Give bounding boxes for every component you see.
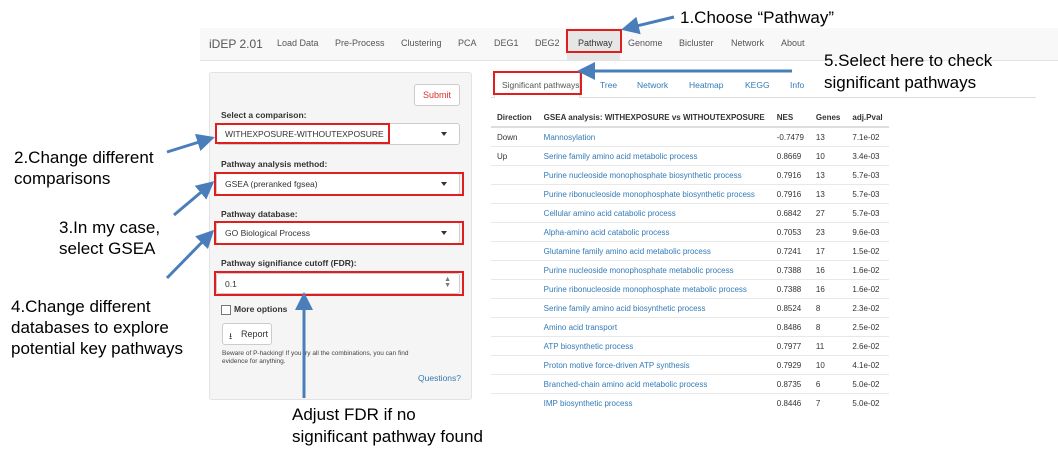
- annotation-step3-line1: 3.In my case,: [59, 218, 161, 237]
- annotation-fdr-line2: significant pathway found: [292, 427, 483, 446]
- annotation-step1: 1.Choose “Pathway”: [680, 8, 835, 27]
- arrow-method: [173, 181, 215, 217]
- annotation-step5-line1: 5.Select here to check: [824, 51, 993, 70]
- arrow-database: [165, 229, 215, 280]
- annotation-step3-line2: select GSEA: [59, 239, 156, 258]
- annotation-step4-line1: 4.Change different: [11, 297, 151, 316]
- annotation-step4-line2: databases to explore: [11, 318, 169, 337]
- annotation-step5-line2: significant pathways: [824, 73, 977, 92]
- annotation-step4-line3: potential key pathways: [11, 339, 183, 358]
- annotation-fdr-line1: Adjust FDR if no: [292, 405, 416, 424]
- annotation-step2-line2: comparisons: [14, 169, 111, 188]
- annotation-step2-line1: 2.Change different: [14, 148, 154, 167]
- arrow-pathway: [621, 15, 675, 35]
- arrow-comparison: [166, 133, 215, 154]
